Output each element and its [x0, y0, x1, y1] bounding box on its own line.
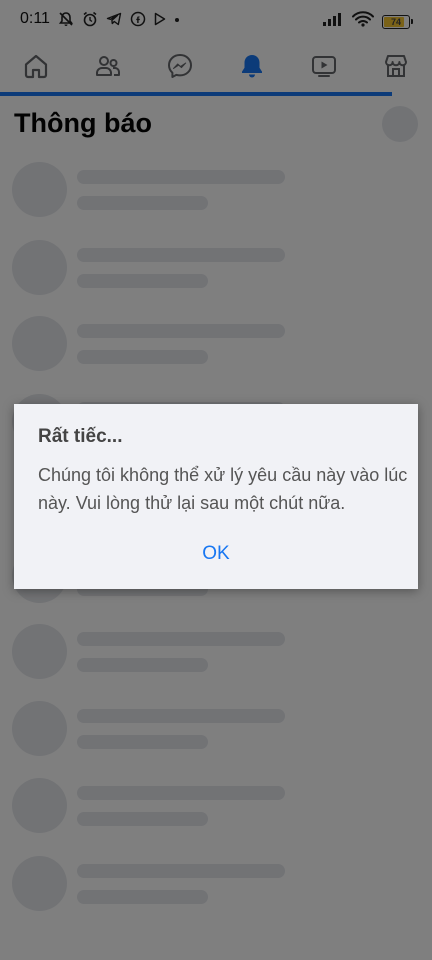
ok-button[interactable]: OK — [186, 538, 246, 570]
dialog-title: Rất tiếc... — [38, 426, 123, 447]
battery-level: 74 — [390, 16, 401, 27]
error-dialog: Rất tiếc... Chúng tôi không thể xử lý yê… — [14, 404, 418, 589]
dialog-message: Chúng tôi không thể xử lý yêu cầu này và… — [38, 465, 408, 513]
